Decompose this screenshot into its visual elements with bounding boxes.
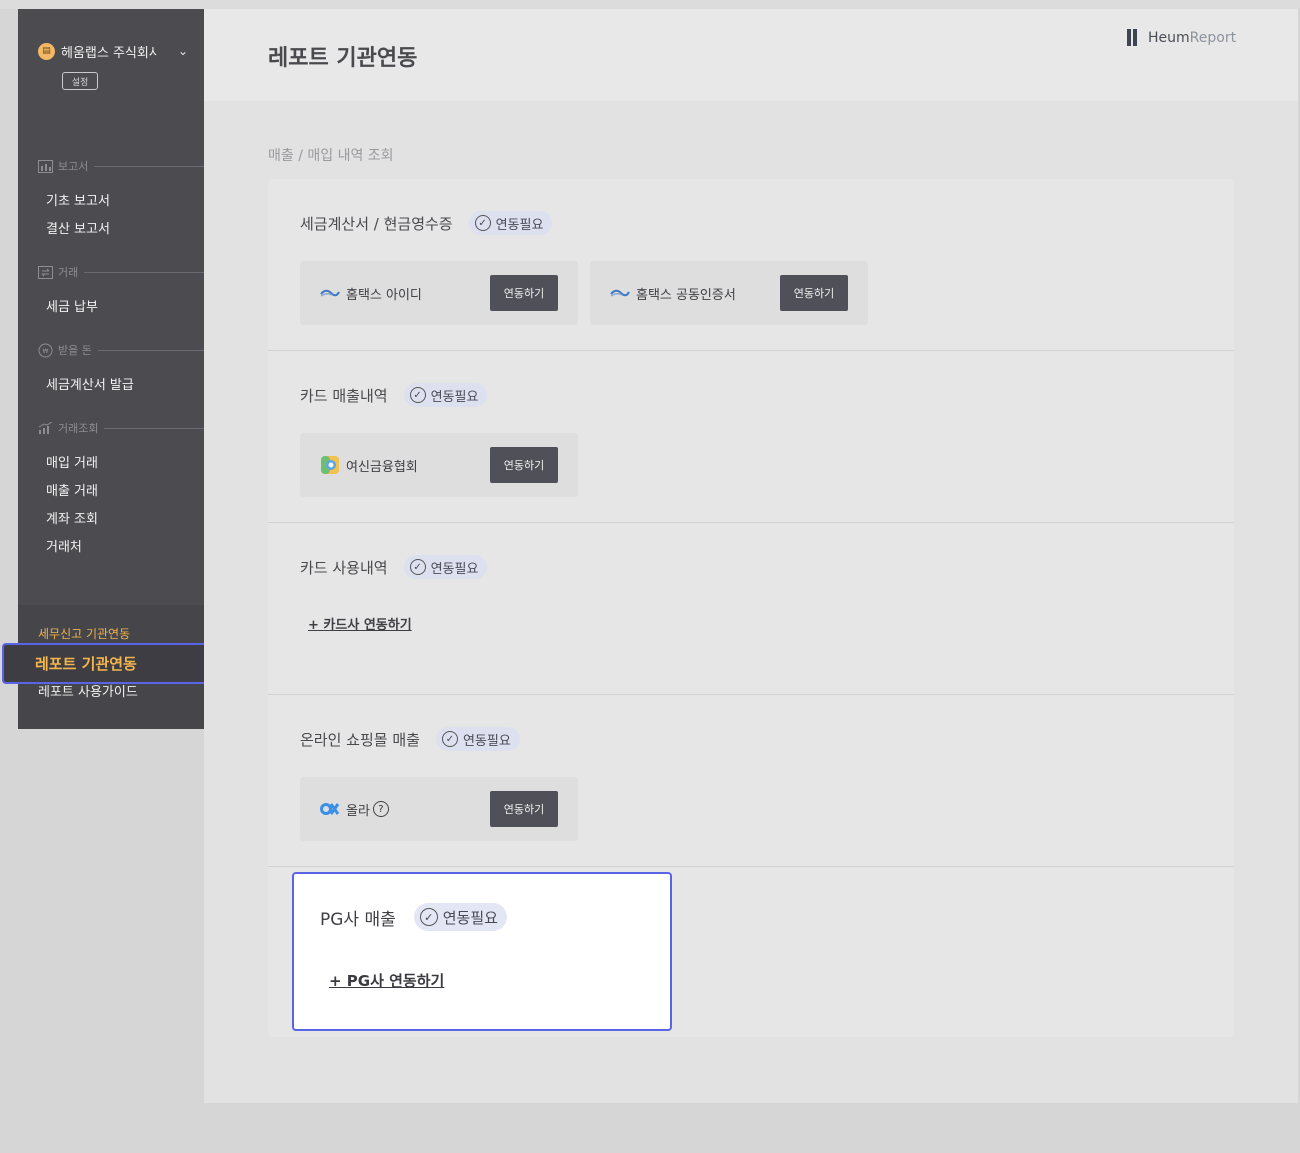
status-badge: ✓ 연동필요 [413,903,507,931]
status-badge: ✓ 연동필요 [403,555,488,579]
sidebar-item-tax-payment[interactable]: 세금 납부 [46,296,98,315]
sidebar-item-closing-report[interactable]: 결산 보고서 [46,218,110,237]
connect-button[interactable]: 연동하기 [490,275,558,311]
badge-label: 연동필요 [442,908,498,927]
settings-button[interactable]: 설정 [62,72,98,90]
check-circle-icon: ✓ [409,387,426,403]
divider [268,866,1234,867]
bar-growth-icon [38,421,53,435]
brand-logo: Heum Report [1127,29,1236,46]
tax-filing-link[interactable]: 세무신고 기관연동 [38,625,130,642]
card-credit-finance-association: 여신금융협회 연동하기 [300,433,578,497]
section-label: 거래 [58,266,79,279]
check-circle-icon: ✓ [409,559,426,575]
card-name: 올라 [346,803,370,819]
sidebar-item-purchase[interactable]: 매입 거래 [46,452,98,471]
check-circle-icon: ✓ [441,731,458,747]
sidebar-item-account[interactable]: 계좌 조회 [46,508,98,527]
section-header-transaction-lookup: 거래조회 [38,421,204,435]
credit-finance-logo-icon [320,456,340,474]
section-title: PG사 매출 [320,909,396,930]
section-subtitle: 매출 / 매입 내역 조회 [268,148,394,164]
divider [104,427,204,429]
sidebar-item-clients[interactable]: 거래처 [46,536,82,555]
section-title: 카드 사용내역 [300,558,388,577]
brand-mark-icon [1127,29,1143,46]
coin-icon: ₩ [38,343,53,357]
card-name: 여신금융협회 [346,459,418,475]
card-name: 홈택스 아이디 [346,287,422,303]
badge-label: 연동필요 [430,389,479,405]
divider [268,522,1234,523]
section-title: 세금계산서 / 현금영수증 [300,214,453,233]
card-olla: 올라 ? 연동하기 [300,777,578,841]
main-content: 레포트 기관연동 Heum Report 매출 / 매입 내역 조회 세금계산서… [204,9,1298,1103]
section-label: 보고서 [58,160,89,173]
check-circle-icon: ✓ [419,908,438,926]
section-online-mall: 온라인 쇼핑몰 매출 ✓ 연동필요 [300,727,520,751]
svg-text:₩: ₩ [43,348,49,355]
header: 레포트 기관연동 Heum Report [204,9,1298,101]
company-selector[interactable]: ▤ 헤움랩스 주식회사 ⌄ [38,41,188,61]
building-icon: ▤ [38,42,55,60]
hometax-logo-icon [320,286,340,300]
section-pg-sales: PG사 매출 ✓ 연동필요 + PG사 연동하기 [292,872,672,1031]
chevron-down-icon[interactable]: ⌄ [178,44,188,58]
add-card-company-link[interactable]: + 카드사 연동하기 [308,614,412,633]
company-name: 헤움랩스 주식회사 [61,45,157,61]
section-label: 거래조회 [58,422,99,435]
page-title: 레포트 기관연동 [268,46,418,71]
top-line [0,0,1300,9]
section-card-usage: 카드 사용내역 ✓ 연동필요 [300,555,488,579]
hometax-logo-icon [610,286,630,300]
status-badge: ✓ 연동필요 [435,727,520,751]
exchange-icon [38,265,53,279]
badge-label: 연동필요 [495,217,544,233]
status-badge: ✓ 연동필요 [403,383,488,407]
chart-icon [38,159,53,173]
pg-title-row: PG사 매출 ✓ 연동필요 [320,903,507,931]
section-header-reports: 보고서 [38,159,204,173]
section-title: 온라인 쇼핑몰 매출 [300,730,420,749]
badge-label: 연동필요 [430,561,479,577]
section-tax-invoice: 세금계산서 / 현금영수증 ✓ 연동필요 [300,211,553,235]
brand-report: Report [1189,29,1237,46]
check-circle-icon: ✓ [474,215,491,231]
section-title: 카드 매출내역 [300,386,388,405]
sidebar-item-sales[interactable]: 매출 거래 [46,480,98,499]
card-hometax-certificate: 홈택스 공동인증서 연동하기 [590,261,868,325]
connect-button[interactable]: 연동하기 [780,275,848,311]
card-name: 홈택스 공동인증서 [636,287,736,303]
section-card-sales: 카드 매출내역 ✓ 연동필요 [300,383,488,407]
sidebar: ▤ 헤움랩스 주식회사 ⌄ 설정 보고서 기초 보고서 결산 보고서 거래 세금… [18,9,204,729]
olla-logo-icon [320,802,340,816]
divider [268,694,1234,695]
divider [97,349,204,351]
sidebar-item-basic-report[interactable]: 기초 보고서 [46,190,110,209]
help-circle-icon[interactable]: ? [372,801,389,817]
section-header-receivables: ₩ 받을 돈 [38,343,204,357]
card-hometax-id: 홈택스 아이디 연동하기 [300,261,578,325]
brand-heum: Heum [1148,29,1190,46]
divider [268,350,1234,351]
sidebar-item-invoice-issue[interactable]: 세금계산서 발급 [46,374,134,393]
sidebar-item-report-integration[interactable]: 레포트 기관연동 [2,643,220,684]
divider [94,165,204,167]
connect-button[interactable]: 연동하기 [490,791,558,827]
connect-button[interactable]: 연동하기 [490,447,558,483]
section-header-transactions: 거래 [38,265,204,279]
badge-label: 연동필요 [462,733,511,749]
status-badge: ✓ 연동필요 [468,211,553,235]
add-pg-link[interactable]: + PG사 연동하기 [329,970,444,991]
section-label: 받을 돈 [58,344,92,357]
divider [84,271,204,273]
